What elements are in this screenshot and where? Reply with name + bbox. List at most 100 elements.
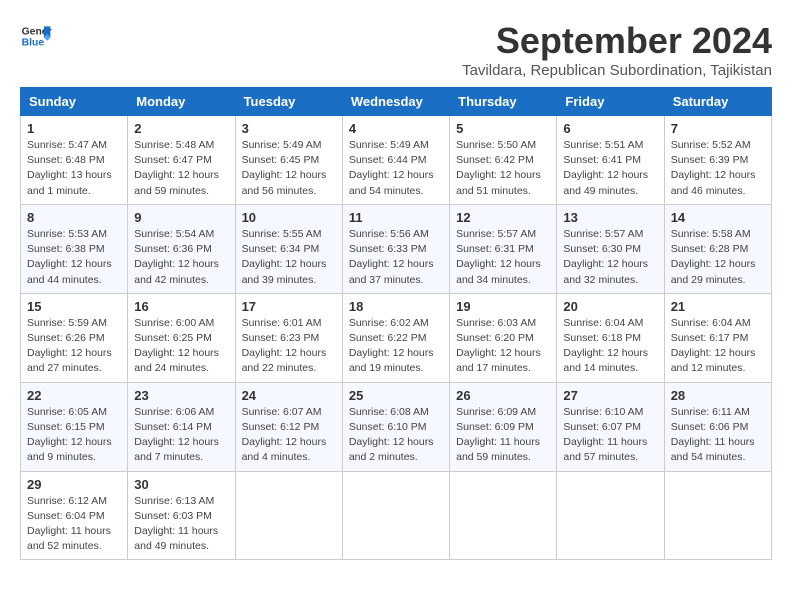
day-cell: 9Sunrise: 5:54 AM Sunset: 6:36 PM Daylig… [128, 204, 235, 293]
day-info: Sunrise: 6:05 AM Sunset: 6:15 PM Dayligh… [27, 405, 121, 466]
day-number: 27 [563, 388, 657, 403]
calendar-table: SundayMondayTuesdayWednesdayThursdayFrid… [20, 87, 772, 560]
header: General Blue September 2024 Tavildara, R… [20, 20, 772, 79]
day-number: 30 [134, 477, 228, 492]
day-number: 8 [27, 210, 121, 225]
day-number: 21 [671, 299, 765, 314]
day-cell: 21 Sunrise: 6:04 AM Sunset: 6:17 PM Dayli… [664, 293, 771, 382]
day-cell: 24Sunrise: 6:07 AM Sunset: 6:12 PM Dayli… [235, 382, 342, 471]
day-number: 19 [456, 299, 550, 314]
day-cell: 26Sunrise: 6:09 AM Sunset: 6:09 PM Dayli… [450, 382, 557, 471]
day-number: 29 [27, 477, 121, 492]
day-cell: 3 Sunrise: 5:49 AM Sunset: 6:45 PM Daylig… [235, 116, 342, 205]
title-section: September 2024 Tavildara, Republican Sub… [462, 20, 772, 79]
weekday-header-saturday: Saturday [664, 88, 771, 116]
day-number: 9 [134, 210, 228, 225]
day-info: Sunrise: 5:51 AM Sunset: 6:41 PM Dayligh… [563, 138, 657, 199]
day-number: 6 [563, 121, 657, 136]
day-number: 11 [349, 210, 443, 225]
day-cell [342, 471, 449, 560]
day-info: Sunrise: 5:57 AM Sunset: 6:30 PM Dayligh… [563, 227, 657, 288]
day-cell [450, 471, 557, 560]
day-number: 23 [134, 388, 228, 403]
day-number: 20 [563, 299, 657, 314]
day-cell: 8 Sunrise: 5:53 AM Sunset: 6:38 PM Daylig… [21, 204, 128, 293]
week-row-3: 15 Sunrise: 5:59 AM Sunset: 6:26 PM Dayli… [21, 293, 772, 382]
day-info: Sunrise: 6:04 AM Sunset: 6:18 PM Dayligh… [563, 316, 657, 377]
day-number: 1 [27, 121, 121, 136]
month-title: September 2024 [462, 20, 772, 62]
day-cell: 22Sunrise: 6:05 AM Sunset: 6:15 PM Dayli… [21, 382, 128, 471]
day-cell: 28Sunrise: 6:11 AM Sunset: 6:06 PM Dayli… [664, 382, 771, 471]
day-info: Sunrise: 6:00 AM Sunset: 6:25 PM Dayligh… [134, 316, 228, 377]
day-number: 13 [563, 210, 657, 225]
day-number: 16 [134, 299, 228, 314]
day-cell: 19 Sunrise: 6:03 AM Sunset: 6:20 PM Dayli… [450, 293, 557, 382]
weekday-header-thursday: Thursday [450, 88, 557, 116]
day-cell: 27 Sunrise: 6:10 AM Sunset: 6:07 PM Dayli… [557, 382, 664, 471]
day-info: Sunrise: 6:01 AM Sunset: 6:23 PM Dayligh… [242, 316, 336, 377]
day-info: Sunrise: 6:04 AM Sunset: 6:17 PM Dayligh… [671, 316, 765, 377]
day-cell: 30 Sunrise: 6:13 AM Sunset: 6:03 PM Dayli… [128, 471, 235, 560]
day-number: 12 [456, 210, 550, 225]
day-info: Sunrise: 5:49 AM Sunset: 6:44 PM Dayligh… [349, 138, 443, 199]
day-info: Sunrise: 5:52 AM Sunset: 6:39 PM Dayligh… [671, 138, 765, 199]
day-cell [235, 471, 342, 560]
week-row-5: 29 Sunrise: 6:12 AM Sunset: 6:04 PM Dayli… [21, 471, 772, 560]
day-number: 14 [671, 210, 765, 225]
location-subtitle: Tavildara, Republican Subordination, Taj… [462, 62, 772, 79]
day-number: 3 [242, 121, 336, 136]
day-number: 15 [27, 299, 121, 314]
day-info: Sunrise: 6:11 AM Sunset: 6:06 PM Dayligh… [671, 405, 765, 466]
day-info: Sunrise: 6:13 AM Sunset: 6:03 PM Dayligh… [134, 494, 228, 555]
day-cell: 1Sunrise: 5:47 AM Sunset: 6:48 PM Daylig… [21, 116, 128, 205]
day-number: 25 [349, 388, 443, 403]
day-info: Sunrise: 6:06 AM Sunset: 6:14 PM Dayligh… [134, 405, 228, 466]
day-number: 4 [349, 121, 443, 136]
weekday-header-monday: Monday [128, 88, 235, 116]
day-info: Sunrise: 5:59 AM Sunset: 6:26 PM Dayligh… [27, 316, 121, 377]
day-cell: 11Sunrise: 5:56 AM Sunset: 6:33 PM Dayli… [342, 204, 449, 293]
logo: General Blue [20, 20, 52, 52]
day-cell [664, 471, 771, 560]
day-info: Sunrise: 5:58 AM Sunset: 6:28 PM Dayligh… [671, 227, 765, 288]
day-cell: 17 Sunrise: 6:01 AM Sunset: 6:23 PM Dayli… [235, 293, 342, 382]
day-cell: 5 Sunrise: 5:50 AM Sunset: 6:42 PM Daylig… [450, 116, 557, 205]
day-cell: 6 Sunrise: 5:51 AM Sunset: 6:41 PM Daylig… [557, 116, 664, 205]
day-number: 26 [456, 388, 550, 403]
week-row-4: 22Sunrise: 6:05 AM Sunset: 6:15 PM Dayli… [21, 382, 772, 471]
day-info: Sunrise: 6:08 AM Sunset: 6:10 PM Dayligh… [349, 405, 443, 466]
week-row-1: 1Sunrise: 5:47 AM Sunset: 6:48 PM Daylig… [21, 116, 772, 205]
day-info: Sunrise: 5:49 AM Sunset: 6:45 PM Dayligh… [242, 138, 336, 199]
day-cell: 18Sunrise: 6:02 AM Sunset: 6:22 PM Dayli… [342, 293, 449, 382]
day-info: Sunrise: 5:57 AM Sunset: 6:31 PM Dayligh… [456, 227, 550, 288]
day-info: Sunrise: 6:10 AM Sunset: 6:07 PM Dayligh… [563, 405, 657, 466]
weekday-header-wednesday: Wednesday [342, 88, 449, 116]
day-number: 18 [349, 299, 443, 314]
day-cell [557, 471, 664, 560]
day-cell: 16 Sunrise: 6:00 AM Sunset: 6:25 PM Dayli… [128, 293, 235, 382]
day-number: 10 [242, 210, 336, 225]
weekday-header-row: SundayMondayTuesdayWednesdayThursdayFrid… [21, 88, 772, 116]
day-info: Sunrise: 6:12 AM Sunset: 6:04 PM Dayligh… [27, 494, 121, 555]
day-info: Sunrise: 5:53 AM Sunset: 6:38 PM Dayligh… [27, 227, 121, 288]
day-info: Sunrise: 6:03 AM Sunset: 6:20 PM Dayligh… [456, 316, 550, 377]
day-number: 5 [456, 121, 550, 136]
day-cell: 29 Sunrise: 6:12 AM Sunset: 6:04 PM Dayli… [21, 471, 128, 560]
day-cell: 20 Sunrise: 6:04 AM Sunset: 6:18 PM Dayli… [557, 293, 664, 382]
day-cell: 4 Sunrise: 5:49 AM Sunset: 6:44 PM Daylig… [342, 116, 449, 205]
day-number: 2 [134, 121, 228, 136]
day-cell: 23 Sunrise: 6:06 AM Sunset: 6:14 PM Dayli… [128, 382, 235, 471]
day-cell: 10 Sunrise: 5:55 AM Sunset: 6:34 PM Dayli… [235, 204, 342, 293]
day-cell: 13 Sunrise: 5:57 AM Sunset: 6:30 PM Dayli… [557, 204, 664, 293]
day-cell: 14 Sunrise: 5:58 AM Sunset: 6:28 PM Dayli… [664, 204, 771, 293]
day-cell: 7Sunrise: 5:52 AM Sunset: 6:39 PM Daylig… [664, 116, 771, 205]
day-number: 17 [242, 299, 336, 314]
day-cell: 12 Sunrise: 5:57 AM Sunset: 6:31 PM Dayli… [450, 204, 557, 293]
day-info: Sunrise: 5:55 AM Sunset: 6:34 PM Dayligh… [242, 227, 336, 288]
day-cell: 15 Sunrise: 5:59 AM Sunset: 6:26 PM Dayli… [21, 293, 128, 382]
day-cell: 25 Sunrise: 6:08 AM Sunset: 6:10 PM Dayli… [342, 382, 449, 471]
day-info: Sunrise: 5:50 AM Sunset: 6:42 PM Dayligh… [456, 138, 550, 199]
logo-icon: General Blue [20, 20, 52, 52]
weekday-header-friday: Friday [557, 88, 664, 116]
